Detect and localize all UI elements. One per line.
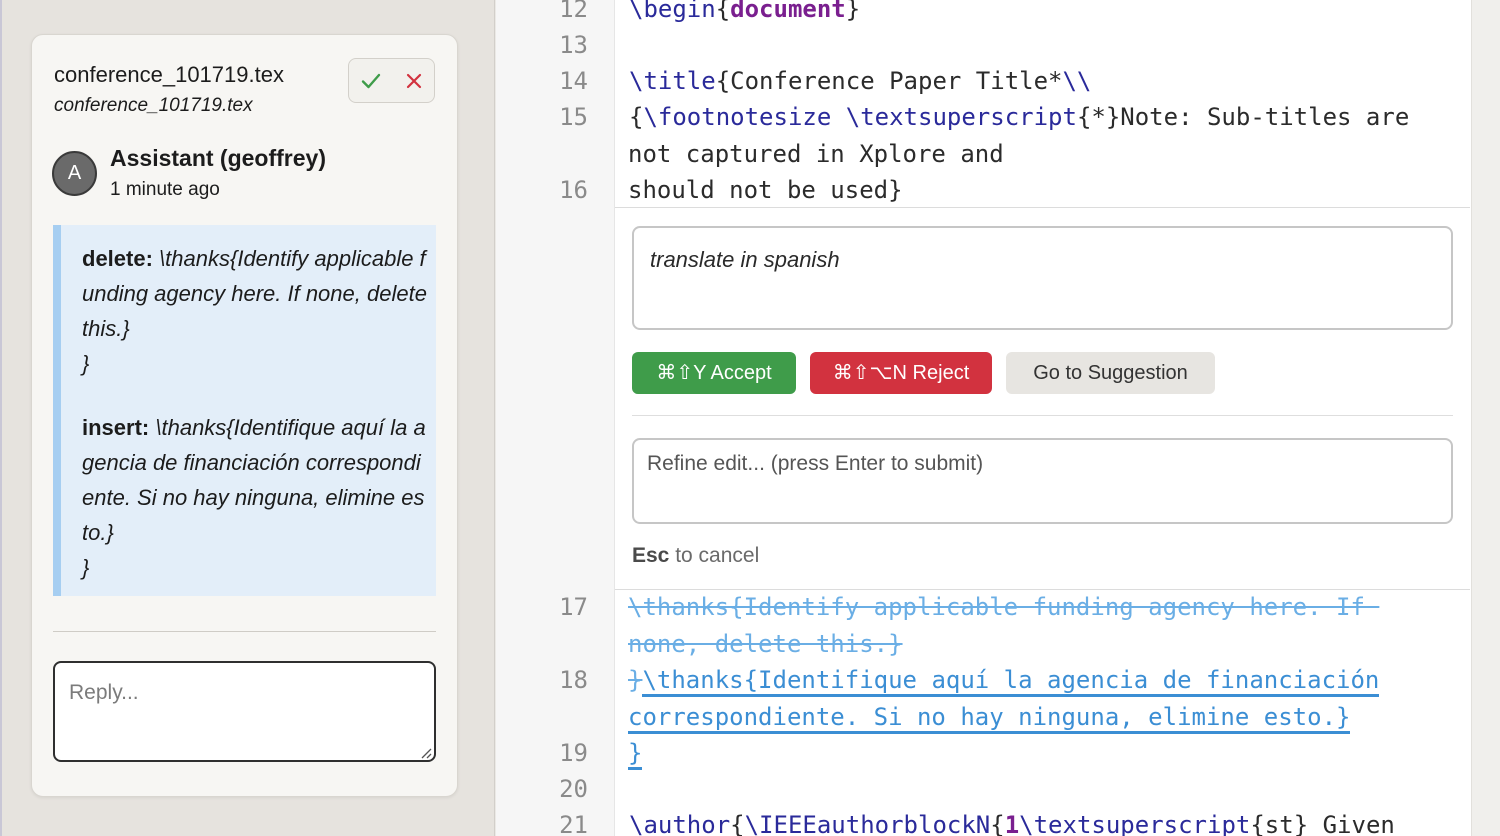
inserted-text: \thanks{Identifique aquí la agencia de f… bbox=[642, 666, 1380, 697]
comment-file-title: conference_101719.tex bbox=[54, 62, 284, 87]
check-icon bbox=[361, 73, 381, 89]
esc-key: Esc bbox=[632, 544, 670, 567]
suggested-change: delete: \thanks{Identify applicable fund… bbox=[53, 225, 436, 596]
line-number: 20 bbox=[559, 775, 588, 803]
deleted-code-line[interactable]: \thanks{Identify applicable funding agen… bbox=[628, 589, 1379, 625]
comment-author: Assistant (geoffrey) bbox=[110, 145, 326, 171]
refine-edit-input[interactable] bbox=[632, 438, 1453, 524]
reply-input[interactable] bbox=[53, 661, 436, 762]
code-line[interactable]: \begin{document} bbox=[629, 0, 860, 27]
delete-label: delete: bbox=[82, 246, 153, 271]
line-number: 13 bbox=[559, 31, 588, 59]
reject-suggestion-button[interactable] bbox=[392, 59, 435, 102]
line-number-gutter: 12 13 14 15 16 17 18 19 20 21 bbox=[496, 0, 615, 836]
esc-hint-text: to cancel bbox=[669, 544, 760, 567]
esc-hint: Esc to cancel bbox=[632, 544, 759, 568]
widget-divider bbox=[632, 415, 1453, 416]
comment-timestamp: 1 minute ago bbox=[110, 179, 220, 200]
accept-button[interactable]: ⌘⇧Y Accept bbox=[632, 352, 796, 394]
line-number: 17 bbox=[559, 593, 588, 621]
comment-file-subtitle: conference_101719.tex bbox=[54, 95, 253, 116]
line-number: 15 bbox=[559, 103, 588, 131]
x-icon bbox=[406, 73, 422, 89]
inserted-code-line[interactable]: } bbox=[628, 735, 643, 771]
delete-close: } bbox=[82, 351, 90, 376]
review-sidebar: conference_101719.tex conference_101719.… bbox=[0, 0, 495, 836]
line-number: 19 bbox=[559, 739, 588, 767]
comment-actions bbox=[348, 58, 435, 103]
card-divider bbox=[53, 631, 436, 632]
edit-prompt: translate in spanish bbox=[632, 226, 1453, 330]
comment-card: conference_101719.tex conference_101719.… bbox=[31, 34, 458, 797]
code-line[interactable]: \author{\IEEEauthorblockN{1\textsuperscr… bbox=[629, 807, 1395, 836]
inline-review-widget: translate in spanish ⌘⇧Y Accept ⌘⇧⌥N Rej… bbox=[615, 207, 1470, 590]
code-line[interactable]: should not be used} bbox=[628, 172, 903, 208]
go-to-suggestion-button[interactable]: Go to Suggestion bbox=[1006, 352, 1215, 394]
deleted-code-line-wrap[interactable]: none, delete this.} bbox=[628, 626, 903, 662]
changed-code-line[interactable]: }\thanks{Identifique aquí la agencia de … bbox=[628, 662, 1380, 698]
inserted-code-line-wrap[interactable]: correspondiente. Si no hay ninguna, elim… bbox=[628, 699, 1351, 735]
deleted-brace: } bbox=[628, 666, 643, 694]
line-number: 16 bbox=[559, 176, 588, 204]
line-number: 18 bbox=[559, 666, 588, 694]
code-line[interactable]: {\footnotesize \textsuperscript{*}Note: … bbox=[629, 99, 1409, 135]
insert-label: insert: bbox=[82, 415, 150, 440]
editor-scroll-rail[interactable] bbox=[1471, 0, 1500, 836]
line-number: 14 bbox=[559, 67, 588, 95]
insert-close: } bbox=[82, 555, 90, 580]
code-line[interactable]: \title{Conference Paper Title*\\ bbox=[629, 63, 1091, 99]
reject-button[interactable]: ⌘⇧⌥N Reject bbox=[810, 352, 992, 394]
accept-suggestion-button[interactable] bbox=[349, 59, 392, 102]
sidebar-edge bbox=[0, 0, 2, 836]
avatar: A bbox=[52, 151, 97, 196]
line-number: 21 bbox=[559, 811, 588, 836]
code-line-wrap[interactable]: not captured in Xplore and bbox=[628, 136, 1004, 172]
line-number: 12 bbox=[559, 0, 588, 23]
